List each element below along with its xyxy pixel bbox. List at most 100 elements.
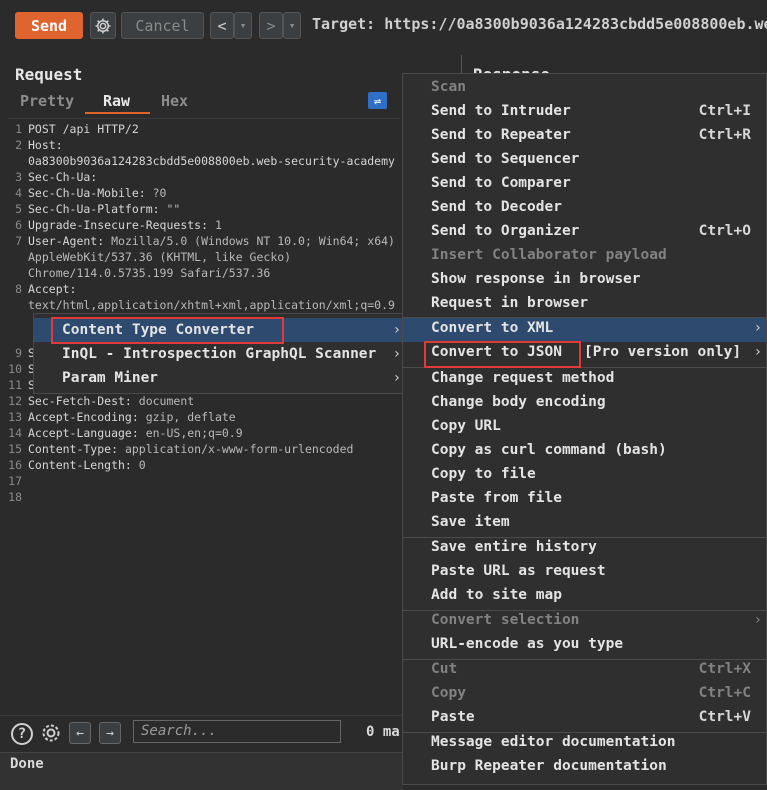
toolbar: Send Cancel < ▾ > ▾ Target: https://0a83…: [0, 0, 767, 52]
menu-item-param-miner[interactable]: Param Miner: [62, 370, 158, 386]
tab-pretty[interactable]: Pretty: [20, 92, 74, 110]
header-name: Accept-Encoding:: [28, 410, 139, 424]
menu-item-save-entire-history[interactable]: Save entire history: [431, 539, 597, 555]
editor-line: AppleWebKit/537.36 (KHTML, like Gecko): [8, 249, 291, 265]
editor-line: 2 Host:: [8, 137, 63, 153]
back-button[interactable]: <: [210, 12, 234, 39]
line-number: 12: [8, 394, 22, 408]
menu-item-copy-to-file[interactable]: Copy to file: [431, 466, 536, 482]
request-editor[interactable]: 1 POST /api HTTP/2 2 Host: 0a8300b9036a12428…: [8, 118, 400, 709]
editor-line: 4 Sec-Ch-Ua-Mobile: ?0: [8, 185, 166, 201]
tab-raw[interactable]: Raw: [103, 92, 130, 110]
menu-item-send-to-sequencer[interactable]: Send to Sequencer: [431, 151, 579, 167]
search-settings-button[interactable]: [39, 721, 63, 745]
menu-shortcut: Ctrl+R: [698, 127, 751, 143]
menu-item-send-to-decoder[interactable]: Send to Decoder: [431, 199, 562, 215]
annotation-box: [424, 341, 581, 368]
header-name: Sec-Ch-Ua-Mobile:: [28, 186, 146, 200]
header-name: Upgrade-Insecure-Requests:: [28, 218, 209, 232]
menu-item-url-encode-as-you-type[interactable]: URL-encode as you type: [431, 636, 623, 652]
menu-item-add-to-site-map[interactable]: Add to site map: [431, 587, 562, 603]
menu-item-scan: Scan: [431, 79, 466, 95]
menu-item-insert-collaborator-payload: Insert Collaborator payload: [431, 247, 667, 263]
header-name: 0a8300b9036a124283cbdd5e008800eb.web-sec…: [28, 154, 395, 168]
help-button[interactable]: ?: [11, 723, 33, 745]
line-number: 5: [15, 202, 22, 216]
editor-line: Chrome/114.0.5735.199 Safari/537.36: [8, 265, 270, 281]
header-value: "": [159, 202, 181, 216]
chevron-right-icon: ›: [753, 344, 762, 360]
search-input[interactable]: Search...: [133, 720, 341, 743]
editor-line: 9S: [8, 345, 35, 361]
editor-line: 6 Upgrade-Insecure-Requests: 1: [8, 217, 222, 233]
menu-shortcut: Ctrl+I: [698, 103, 751, 119]
header-name: Accept-Language:: [28, 426, 139, 440]
help-icon: ?: [17, 726, 27, 742]
pane-divider[interactable]: [461, 55, 462, 75]
settings-button[interactable]: [90, 12, 116, 39]
arrow-left-icon: ←: [76, 725, 84, 741]
header-name: Accept:: [28, 282, 77, 296]
menu-item-inql[interactable]: InQL - Introspection GraphQL Scanner: [62, 346, 376, 362]
header-value: en-US,en;q=0.9: [138, 426, 243, 440]
cancel-button[interactable]: Cancel: [121, 12, 204, 39]
line-number: 2: [15, 138, 22, 152]
chevron-right-icon: ›: [392, 370, 401, 386]
header-name: Host:: [28, 138, 63, 152]
menu-item-paste-url-as-request[interactable]: Paste URL as request: [431, 563, 606, 579]
status-bar: [0, 752, 403, 790]
line-number: 17: [8, 474, 22, 488]
active-tab-indicator: [85, 112, 150, 114]
send-button[interactable]: Send: [15, 12, 83, 39]
line-number: 3: [15, 170, 22, 184]
menu-item-copy-as-curl-command-bash[interactable]: Copy as curl command (bash): [431, 442, 667, 458]
editor-line: 1 POST /api HTTP/2: [8, 121, 139, 137]
menu-item-change-request-method[interactable]: Change request method: [431, 370, 614, 386]
header-value: Mozilla/5.0 (Windows NT 10.0; Win64; x64…: [104, 234, 395, 248]
menu-item-convert-selection: Convert selection: [431, 612, 580, 628]
forward-dropdown-button[interactable]: ▾: [283, 12, 301, 39]
menu-item-send-to-repeater[interactable]: Send to Repeater: [431, 127, 571, 143]
line-number: 6: [15, 218, 22, 232]
header-name: User-Agent:: [28, 234, 105, 248]
forward-button[interactable]: >: [259, 12, 283, 39]
menu-item-burp-repeater-documentation[interactable]: Burp Repeater documentation: [431, 758, 667, 774]
editor-line: 17: [8, 473, 28, 489]
wrap-lines-button[interactable]: ⇌: [368, 92, 387, 109]
next-match-button[interactable]: →: [99, 722, 121, 744]
menu-item-show-response-in-browser[interactable]: Show response in browser: [431, 271, 641, 287]
back-dropdown-button[interactable]: ▾: [234, 12, 252, 39]
menu-item-change-body-encoding[interactable]: Change body encoding: [431, 394, 606, 410]
menu-item-paste-from-file[interactable]: Paste from file: [431, 490, 562, 506]
header-name: Sec-Fetch-Dest:: [28, 394, 132, 408]
menu-item-paste[interactable]: Paste: [431, 709, 475, 725]
menu-item-send-to-intruder[interactable]: Send to Intruder: [431, 103, 571, 119]
menu-item-convert-to-xml[interactable]: Convert to XML: [431, 320, 553, 336]
header-value: gzip, deflate: [138, 410, 236, 424]
menu-separator: [403, 610, 766, 611]
editor-line: 16 Content-Length: 0: [8, 457, 146, 473]
header-name: Content-Type:: [28, 442, 119, 456]
status-text: Done: [10, 756, 44, 772]
arrow-right-icon: →: [106, 725, 114, 741]
previous-match-button[interactable]: ←: [69, 722, 91, 744]
menu-item-request-in-browser[interactable]: Request in browser: [431, 295, 588, 311]
chevron-right-icon: ›: [392, 322, 401, 338]
menu-item-copy-url[interactable]: Copy URL: [431, 418, 501, 434]
tab-hex[interactable]: Hex: [161, 92, 188, 110]
header-name: POST /api HTTP/2: [28, 122, 139, 136]
editor-line: 14 Accept-Language: en-US,en;q=0.9: [8, 425, 243, 441]
line-number: 16: [8, 458, 22, 472]
editor-line: 12 Sec-Fetch-Dest: document: [8, 393, 194, 409]
header-value: 0: [131, 458, 146, 472]
header-name: Sec-Ch-Ua:: [28, 170, 98, 184]
editor-line: 13 Accept-Encoding: gzip, deflate: [8, 409, 236, 425]
header-value: text/html,application/xhtml+xml,applicat…: [28, 298, 395, 312]
menu-item-save-item[interactable]: Save item: [431, 514, 510, 530]
target-url[interactable]: Target: https://0a8300b9036a124283cbdd5e…: [312, 15, 767, 33]
menu-item-message-editor-documentation[interactable]: Message editor documentation: [431, 734, 675, 750]
menu-separator: [403, 537, 766, 538]
menu-item-send-to-comparer[interactable]: Send to Comparer: [431, 175, 571, 191]
menu-item-send-to-organizer[interactable]: Send to Organizer: [431, 223, 579, 239]
